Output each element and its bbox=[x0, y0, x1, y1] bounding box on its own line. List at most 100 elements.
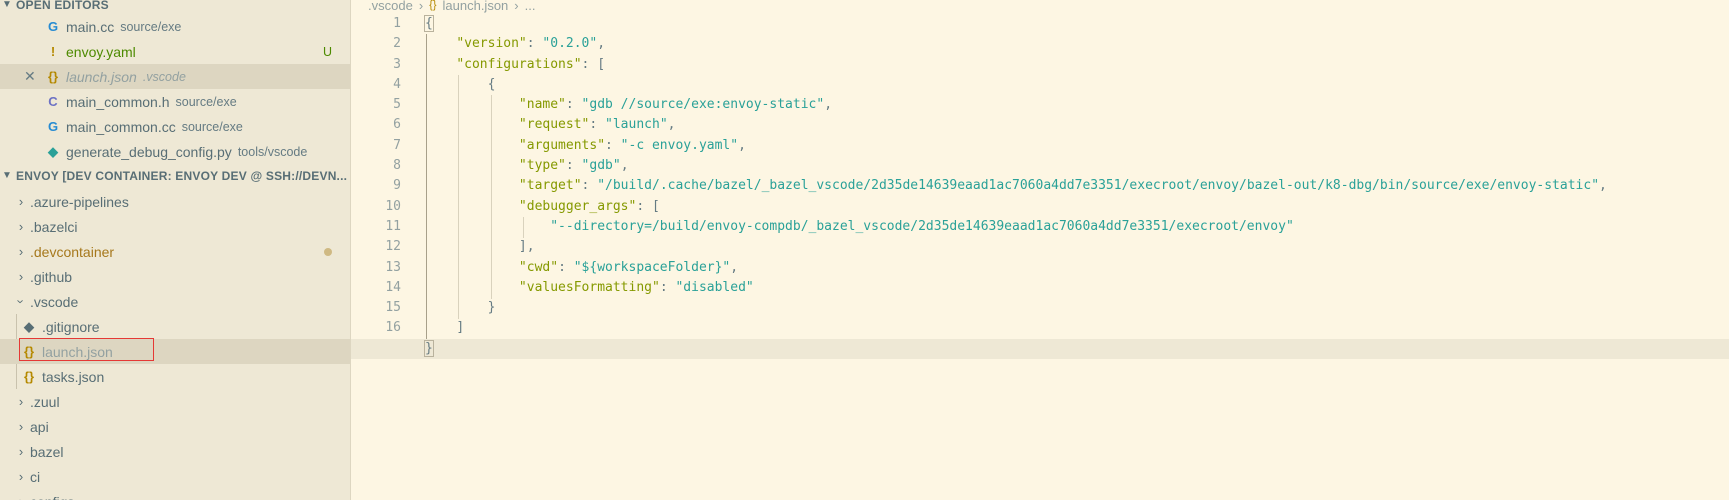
code-string: "${workspaceFolder}" bbox=[573, 259, 731, 275]
chevron-right-icon: › bbox=[18, 419, 24, 434]
line-number: 8 bbox=[393, 158, 401, 174]
open-editor-name: main_common.h bbox=[66, 93, 170, 110]
tree-file-gitignore[interactable]: ◆ .gitignore bbox=[0, 314, 350, 339]
untracked-badge: U bbox=[322, 44, 332, 59]
tree-item-name: configs bbox=[30, 494, 74, 500]
python-icon: ◆ bbox=[48, 143, 58, 159]
code-key: "request" bbox=[518, 117, 590, 133]
code-token: } bbox=[424, 339, 434, 357]
code-key: "type" bbox=[518, 158, 566, 174]
tree-file-launch-json[interactable]: {} launch.json bbox=[0, 339, 350, 364]
chevron-right-icon: › bbox=[18, 394, 24, 409]
code-key: "configurations" bbox=[456, 56, 582, 72]
line-number: 11 bbox=[385, 218, 401, 234]
tree-item-name: ci bbox=[30, 468, 41, 485]
open-editor-name: launch.json bbox=[66, 68, 137, 85]
tree-item-name: .devcontainer bbox=[30, 243, 115, 260]
code-string: "/build/.cache/bazel/_bazel_vscode/2d35d… bbox=[597, 178, 1600, 194]
chevron-down-icon: › bbox=[13, 299, 29, 304]
json-icon: {} bbox=[429, 0, 437, 11]
tree-item-name: bazel bbox=[30, 443, 64, 460]
tree-file-tasks-json[interactable]: {} tasks.json bbox=[0, 364, 350, 389]
open-editor-main-cc[interactable]: G main.cc source/exe bbox=[0, 14, 350, 39]
tree-folder-vscode[interactable]: › .vscode bbox=[0, 289, 350, 314]
code-string: "launch" bbox=[605, 117, 668, 133]
line-number: 13 bbox=[385, 259, 401, 275]
chevron-down-icon: ▼ bbox=[2, 170, 13, 181]
code-line: "configurations": [ bbox=[456, 56, 606, 72]
git-icon: ◆ bbox=[24, 318, 34, 334]
chevron-right-icon: › bbox=[18, 269, 24, 284]
code-string: "disabled" bbox=[675, 279, 754, 295]
code-line: ], bbox=[425, 237, 1729, 257]
line-number: 1 bbox=[393, 16, 401, 31]
line-number: 10 bbox=[385, 198, 401, 214]
breadcrumb-file[interactable]: launch.json bbox=[443, 0, 509, 13]
code-line: "request": "launch", bbox=[518, 117, 676, 133]
close-icon[interactable]: ✕ bbox=[24, 68, 36, 85]
code-key: "valuesFormatting" bbox=[518, 279, 660, 295]
code-line-current: } bbox=[351, 338, 1729, 360]
line-number: 3 bbox=[393, 56, 401, 72]
tree-folder-azure-pipelines[interactable]: › .azure-pipelines bbox=[0, 189, 350, 214]
vscode-window: ▼ OPEN EDITORS G main.cc source/exe ! en… bbox=[0, 0, 1729, 500]
code-line: { bbox=[424, 14, 1729, 34]
open-editor-desc: source/exe bbox=[175, 94, 237, 109]
code-line: "version": "0.2.0", bbox=[456, 36, 606, 52]
tree-item-name: .github bbox=[30, 268, 73, 285]
tree-folder-configs[interactable]: › configs bbox=[0, 489, 350, 500]
tree-item-name: .gitignore bbox=[42, 318, 100, 335]
line-number: 9 bbox=[393, 178, 401, 194]
code-token: { bbox=[487, 76, 496, 92]
code-editor[interactable]: .vscode › {} launch.json › ... 1 2 3 4 5… bbox=[351, 0, 1729, 500]
breadcrumb-folder[interactable]: .vscode bbox=[368, 0, 413, 13]
open-editor-envoy-yaml[interactable]: ! envoy.yaml U bbox=[0, 39, 350, 64]
open-editor-desc: .vscode bbox=[142, 69, 186, 84]
breadcrumb-more[interactable]: ... bbox=[525, 0, 536, 13]
tree-folder-zuul[interactable]: › .zuul bbox=[0, 389, 350, 414]
code-string: "gdb" bbox=[581, 158, 621, 174]
tree-item-name: api bbox=[30, 418, 49, 435]
tree-folder-bazel[interactable]: › bazel bbox=[0, 439, 350, 464]
open-editor-main-common-h[interactable]: C main_common.h source/exe bbox=[0, 89, 350, 114]
workspace-header[interactable]: ▼ ENVOY [DEV CONTAINER: ENVOY DEV @ SSH:… bbox=[0, 163, 350, 188]
open-editor-name: envoy.yaml bbox=[66, 43, 136, 60]
code-line: "cwd": "${workspaceFolder}", bbox=[518, 259, 739, 275]
tree-folder-bazelci[interactable]: › .bazelci bbox=[0, 214, 350, 239]
open-editor-name: main_common.cc bbox=[66, 118, 176, 135]
line-number: 5 bbox=[393, 97, 401, 113]
code-key: "cwd" bbox=[518, 259, 559, 275]
chevron-right-icon: › bbox=[514, 0, 519, 13]
tree-folder-github[interactable]: › .github bbox=[0, 264, 350, 289]
line-number: 2 bbox=[393, 36, 401, 52]
json-icon: {} bbox=[23, 344, 35, 359]
open-editor-main-common-cc[interactable]: G main_common.cc source/exe bbox=[0, 114, 350, 139]
breadcrumb: .vscode › {} launch.json › ... bbox=[368, 0, 535, 15]
code-line: { bbox=[425, 75, 1729, 95]
chevron-down-icon: ▼ bbox=[2, 0, 13, 10]
tree-folder-ci[interactable]: › ci bbox=[0, 464, 350, 489]
tree-folder-api[interactable]: › api bbox=[0, 414, 350, 439]
open-editors-title: OPEN EDITORS bbox=[16, 0, 109, 12]
open-editor-desc: source/exe bbox=[181, 119, 243, 134]
open-editor-name: generate_debug_config.py bbox=[66, 143, 232, 160]
open-editor-generate-debug-config[interactable]: ◆ generate_debug_config.py tools/vscode bbox=[0, 139, 350, 164]
tree-folder-devcontainer[interactable]: › .devcontainer bbox=[0, 239, 350, 264]
open-editor-launch-json[interactable]: ✕ {} launch.json .vscode bbox=[0, 64, 350, 89]
modified-dot-icon bbox=[324, 248, 332, 256]
tree-item-name: launch.json bbox=[42, 343, 113, 360]
code-key: "debugger_args" bbox=[518, 198, 637, 214]
code-key: "arguments" bbox=[518, 137, 606, 153]
cpp-icon: G bbox=[47, 19, 59, 34]
open-editor-desc: source/exe bbox=[120, 19, 182, 34]
explorer-sidebar: ▼ OPEN EDITORS G main.cc source/exe ! en… bbox=[0, 0, 351, 500]
line-number: 16 bbox=[385, 320, 401, 336]
code-token: [ bbox=[651, 198, 660, 214]
code-string: "-c envoy.yaml" bbox=[620, 137, 739, 153]
line-number: 14 bbox=[385, 279, 401, 295]
chevron-right-icon: › bbox=[18, 444, 24, 459]
code-content[interactable]: { "version": "0.2.0", "configurations": … bbox=[351, 14, 1729, 360]
tree-item-name: .vscode bbox=[30, 293, 79, 310]
json-icon: {} bbox=[47, 69, 59, 84]
code-string: "gdb //source/exe:envoy-static" bbox=[581, 97, 825, 113]
